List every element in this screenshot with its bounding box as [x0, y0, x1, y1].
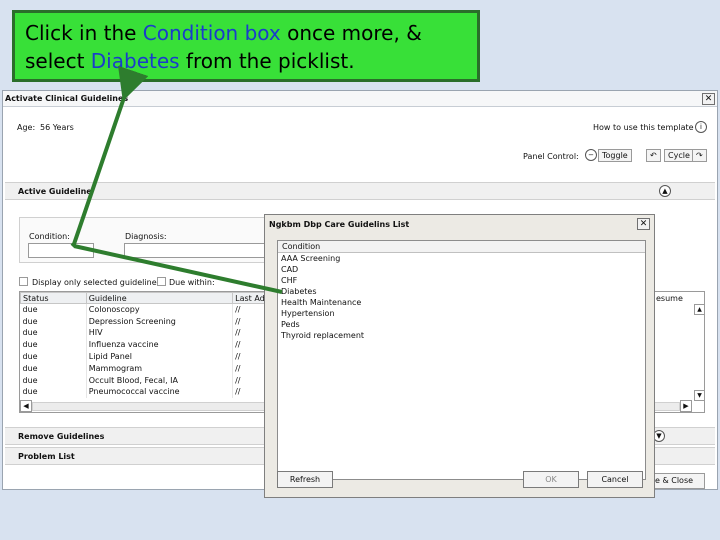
problem-list-title: Problem List: [18, 452, 75, 461]
col-guideline[interactable]: Guideline: [85, 292, 234, 304]
remove-guidelines-title: Remove Guidelines: [18, 432, 105, 441]
col-resume[interactable]: esume: [656, 294, 683, 303]
list-item[interactable]: CAD: [278, 264, 645, 275]
table-row[interactable]: due Pneumococcal vaccine//: [20, 386, 270, 398]
window-close-button[interactable]: ✕: [702, 93, 715, 105]
callout-highlight-diabetes: Diabetes: [90, 49, 180, 73]
col-status[interactable]: Status: [20, 292, 87, 304]
toggle-button[interactable]: Toggle: [598, 149, 632, 162]
guidelines-table-body: due Colonoscopy//due Depression Screening /…: [20, 303, 270, 398]
list-item[interactable]: Peds: [278, 319, 645, 330]
how-to-use-link[interactable]: How to use this template: [593, 123, 694, 132]
cell-guideline: HIV: [86, 327, 234, 339]
picklist-close-button[interactable]: ✕: [637, 218, 650, 230]
cell-status: due: [20, 362, 87, 375]
table-row[interactable]: due Influenza vaccine//: [20, 338, 270, 351]
cycle-button[interactable]: Cycle: [664, 149, 694, 162]
display-only-label: Display only selected guideline: [32, 278, 157, 287]
callout-text: select: [25, 49, 91, 73]
table-header-row: Status Guideline Last Ad: [20, 292, 270, 304]
save-close-button[interactable]: e & Close: [651, 473, 705, 489]
table-row[interactable]: due Lipid Panel//: [20, 350, 270, 363]
ok-button[interactable]: OK: [523, 471, 579, 488]
callout-text: from the picklist.: [179, 49, 355, 73]
table-row[interactable]: due Colonoscopy//: [20, 303, 270, 316]
listbox-header-condition[interactable]: Condition: [278, 241, 645, 253]
callout-line-2: select Diabetes from the picklist.: [25, 47, 467, 75]
cell-guideline: Influenza vaccine: [86, 338, 234, 351]
cell-status: due: [20, 386, 87, 398]
cell-guideline: Lipid Panel: [86, 350, 234, 363]
list-item[interactable]: Thyroid replacement: [278, 330, 645, 341]
condition-input[interactable]: [28, 243, 94, 258]
instruction-callout: Click in the Condition box once more, & …: [12, 10, 480, 82]
list-item[interactable]: Health Maintenance: [278, 297, 645, 308]
window-title: Activate Clinical Guidelines: [5, 94, 129, 103]
active-guideline-title: Active Guideline: [18, 187, 92, 196]
care-guidelines-picklist-dialog: Ngkbm Dbp Care Guidelins List ✕ Conditio…: [264, 214, 655, 498]
cell-guideline: Colonoscopy: [86, 303, 234, 316]
list-item[interactable]: Diabetes: [278, 286, 645, 297]
collapse-up-icon[interactable]: ▲: [659, 185, 671, 197]
cell-status: due: [20, 338, 87, 351]
collapse-icon[interactable]: −: [585, 149, 597, 161]
scroll-right-icon[interactable]: ▶: [680, 400, 692, 412]
condition-listbox: Condition AAA Screening CAD CHF Diabetes Hea…: [277, 240, 646, 480]
cell-status: due: [20, 315, 87, 328]
active-guideline-section[interactable]: Active Guideline ▲: [5, 182, 715, 200]
cell-status: due: [20, 350, 87, 363]
info-icon[interactable]: i: [695, 121, 707, 133]
table-row[interactable]: due HIV//: [20, 327, 270, 339]
cell-status: due: [20, 303, 87, 316]
cell-status: due: [20, 374, 87, 387]
list-item[interactable]: AAA Screening: [278, 253, 645, 264]
condition-list: AAA Screening CAD CHF Diabetes Health Mainte…: [278, 253, 645, 341]
scroll-up-icon[interactable]: ▲: [694, 304, 705, 315]
callout-text: Click in the: [25, 21, 143, 45]
due-within-label: Due within:: [169, 278, 215, 287]
due-within-checkbox[interactable]: [157, 277, 166, 286]
list-item[interactable]: Hypertension: [278, 308, 645, 319]
scroll-down-icon[interactable]: ▼: [694, 390, 705, 401]
panel-control-label: Panel Control:: [523, 152, 579, 161]
window-titlebar: Activate Clinical Guidelines ✕: [3, 91, 717, 107]
callout-text: once more, &: [280, 21, 422, 45]
age-label: Age:: [17, 123, 36, 132]
cell-guideline: Depression Screening: [86, 315, 234, 328]
forward-arrow-icon[interactable]: ↷: [692, 149, 707, 162]
callout-line-1: Click in the Condition box once more, &: [25, 19, 467, 47]
condition-label: Condition:: [29, 232, 70, 241]
cell-status: due: [20, 327, 87, 339]
cell-guideline: Occult Blood, Fecal, IA: [86, 374, 234, 387]
table-row[interactable]: due Mammogram//: [20, 362, 270, 375]
cell-guideline: Mammogram: [86, 362, 234, 375]
table-row[interactable]: due Depression Screening//: [20, 315, 270, 328]
cancel-button[interactable]: Cancel: [587, 471, 643, 488]
list-item[interactable]: CHF: [278, 275, 645, 286]
picklist-title: Ngkbm Dbp Care Guidelins List: [269, 220, 410, 229]
display-only-checkbox[interactable]: [19, 277, 28, 286]
age-value: 56 Years: [40, 123, 74, 132]
guidelines-table: Status Guideline Last Ad due Colonoscopy /…: [20, 292, 270, 398]
table-row[interactable]: due Occult Blood, Fecal, IA//: [20, 374, 270, 387]
scroll-left-icon[interactable]: ◀: [20, 400, 32, 412]
diagnosis-label: Diagnosis:: [125, 232, 167, 241]
diagnosis-input[interactable]: [124, 243, 269, 258]
refresh-button[interactable]: Refresh: [277, 471, 333, 488]
back-arrow-icon[interactable]: ↶: [646, 149, 661, 162]
callout-highlight-condition: Condition box: [142, 21, 281, 45]
cell-guideline: Pneumococcal vaccine: [86, 386, 234, 398]
